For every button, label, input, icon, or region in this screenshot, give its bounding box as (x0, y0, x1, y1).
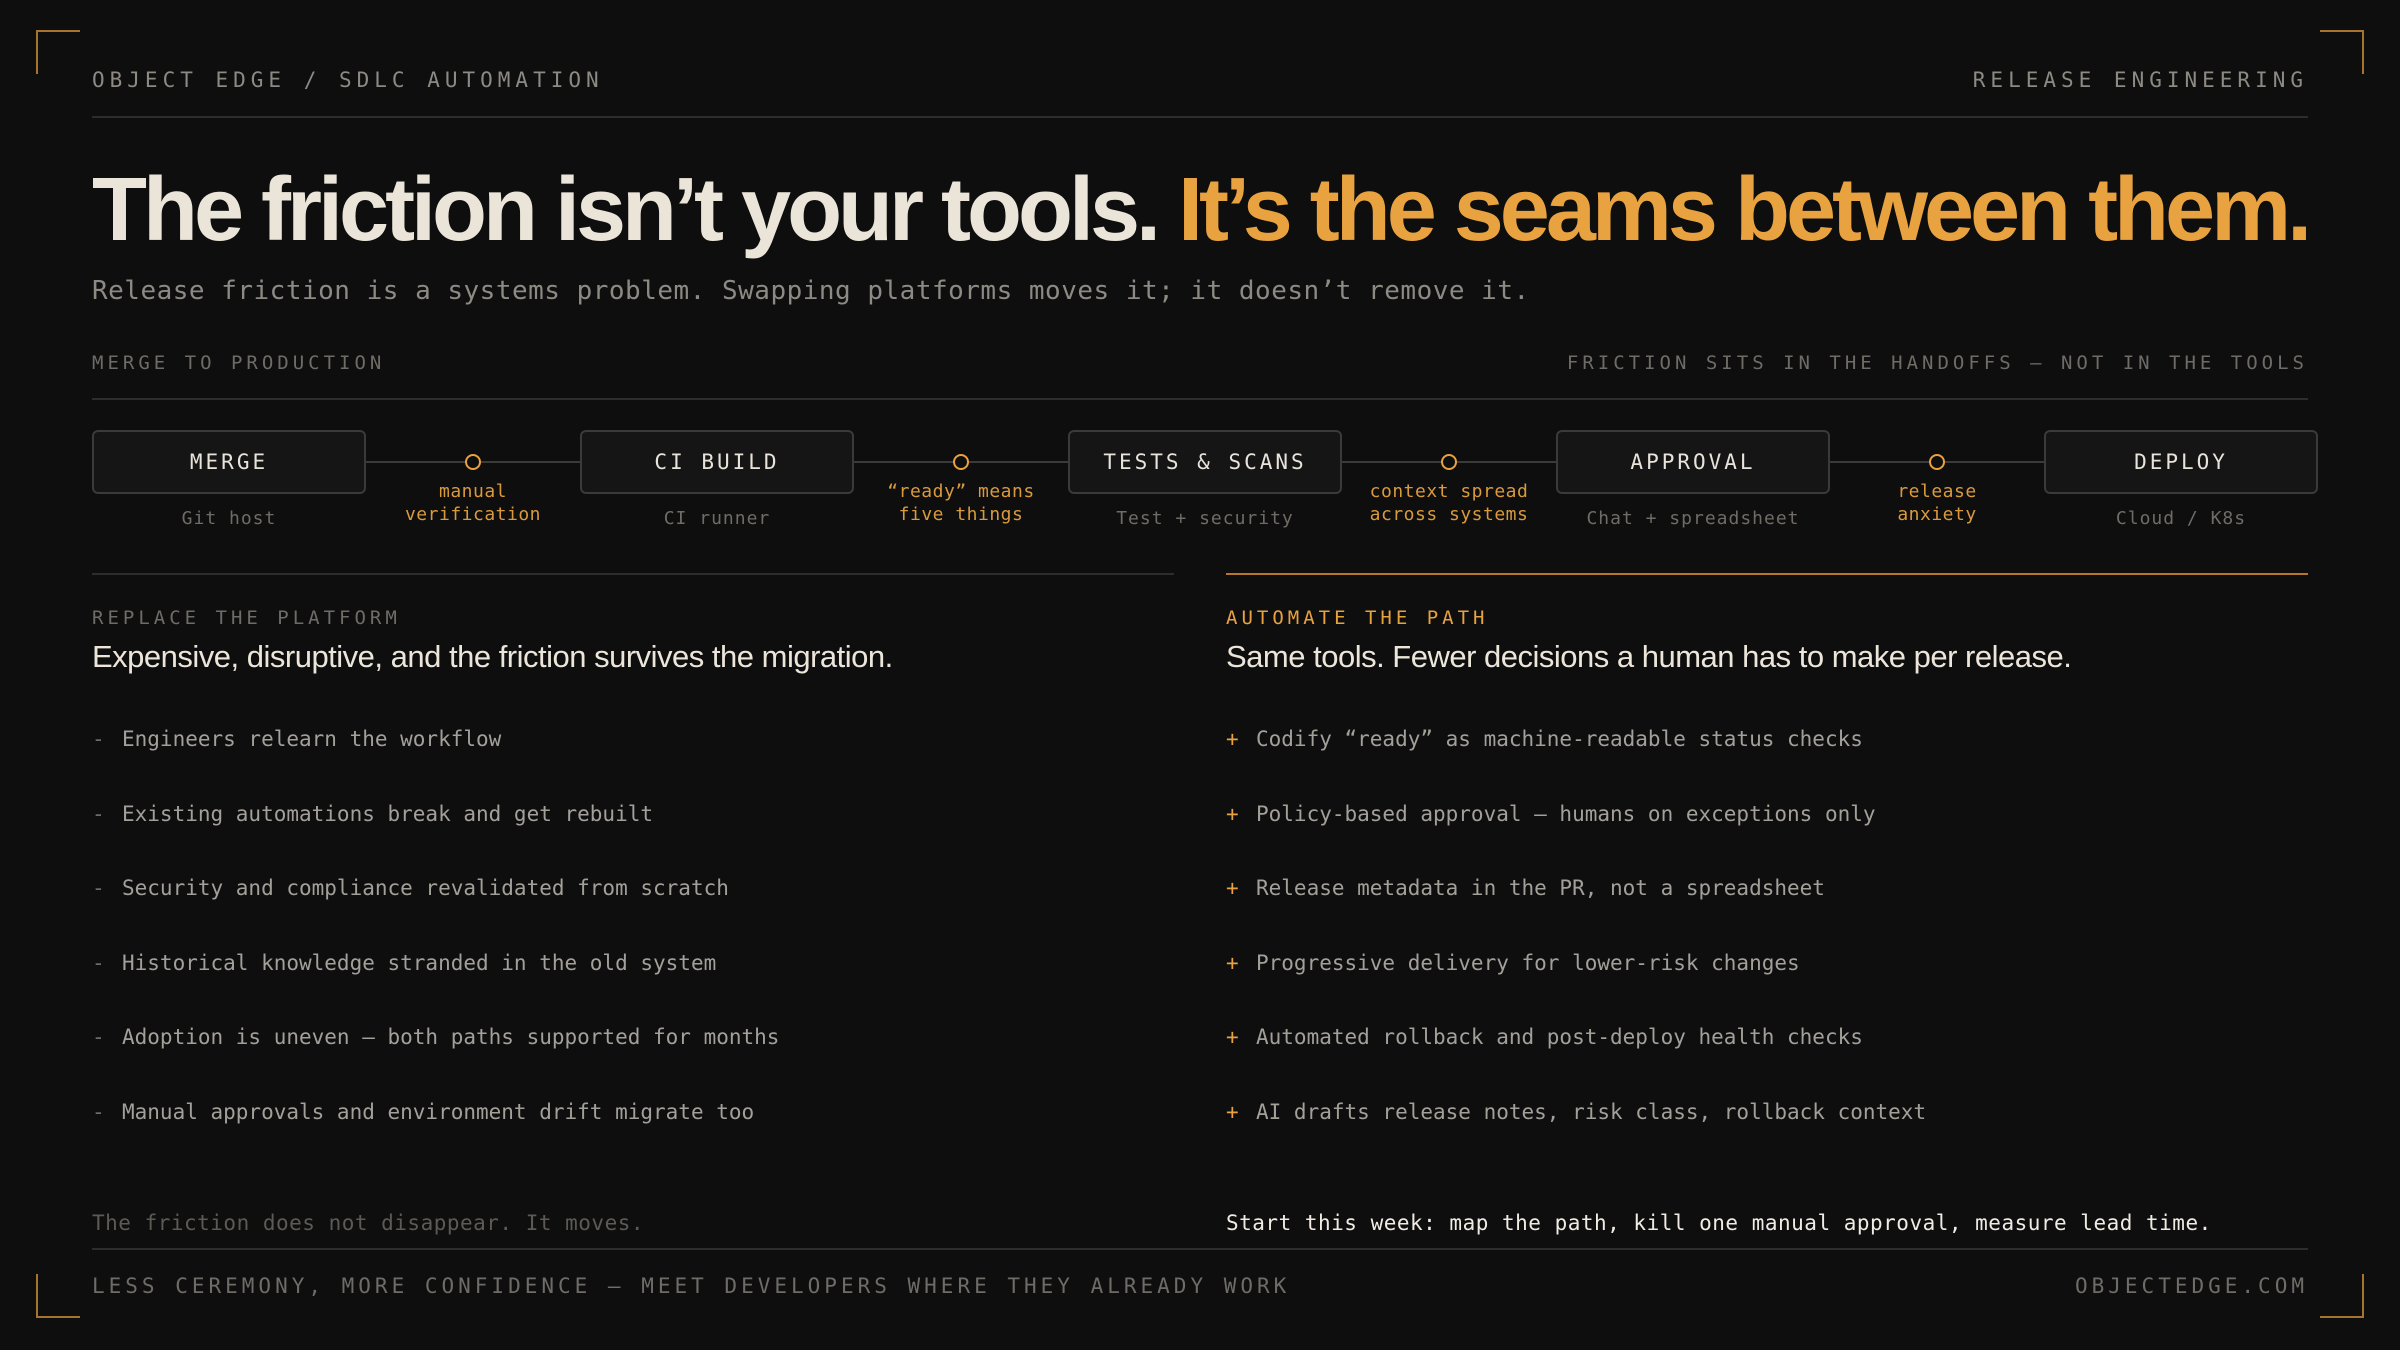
bullet-marker-icon: + (1226, 1099, 1239, 1124)
bullet-marker-icon: - (92, 950, 105, 975)
seam-label-line: five things (898, 504, 1024, 525)
friction-seam: “ready” means five things (854, 430, 1068, 526)
bottom-bar: LESS CEREMONY, MORE CONFIDENCE — MEET DE… (92, 1248, 2308, 1298)
bullet-marker-icon: - (92, 1025, 105, 1049)
list-item: - Security and compliance revalidated fro… (92, 876, 1174, 951)
section-label: RELEASE ENGINEERING (1972, 68, 2308, 92)
bullet-marker-icon: + (1226, 876, 1239, 900)
seam-dot-icon (1929, 454, 1945, 470)
list-item-text: Adoption is uneven — both paths supporte… (122, 1025, 780, 1049)
corner-mark-bottom-right (2320, 1274, 2364, 1318)
stage-box: APPROVAL (1556, 430, 1830, 494)
seam-label-line: anxiety (1897, 504, 1977, 525)
stage-tool: Git host (181, 508, 277, 529)
stage-tool: CI runner (663, 508, 771, 529)
pipeline-stage: CI BUILD CI runner (580, 430, 854, 529)
seam-label-line: manual (438, 481, 508, 502)
stage-box: TESTS & SCANS (1068, 430, 1342, 494)
left-footer: The friction does not disappear. It move… (92, 1211, 645, 1235)
friction-seam: manual verification (366, 430, 580, 526)
seam-dot-icon (1441, 454, 1457, 470)
list-item: + Automated rollback and post-deploy heal… (1226, 1025, 2308, 1100)
bullet-marker-icon: - (92, 727, 105, 751)
seam-label-line: across systems (1369, 504, 1529, 525)
list-item: - Adoption is uneven — both paths support… (92, 1025, 1174, 1100)
list-item-text: Security and compliance revalidated from… (122, 876, 729, 900)
stage-tool: Test + security (1116, 508, 1294, 529)
list-item: + Policy-based approval — humans on excep… (1226, 802, 2308, 877)
left-title: Expensive, disruptive, and the friction … (92, 639, 893, 674)
list-item-text: Release metadata in the PR, not a spread… (1256, 876, 1825, 900)
stage-box: CI BUILD (580, 430, 854, 494)
right-list: + Codify “ready” as machine-readable stat… (1226, 727, 2308, 1174)
list-item: + Codify “ready” as machine-readable stat… (1226, 727, 2308, 802)
list-item-text: Engineers relearn the workflow (122, 727, 502, 751)
list-item-text: Codify “ready” as machine-readable statu… (1256, 727, 1863, 751)
corner-mark-top-left (36, 30, 80, 74)
stage-box: MERGE (92, 430, 366, 494)
footer-site: OBJECTEDGE.COM (2074, 1274, 2308, 1298)
right-kicker: AUTOMATE THE PATH (1226, 607, 1489, 629)
pipeline-stage: MERGE Git host (92, 430, 366, 529)
pipeline-note: FRICTION SITS IN THE HANDOFFS — NOT IN T… (1566, 352, 2308, 374)
list-item-text: Manual approvals and environment drift m… (122, 1099, 755, 1124)
bullet-marker-icon: + (1226, 1025, 1239, 1049)
seam-label: context spread across systems (1342, 480, 1556, 526)
bullet-marker-icon: - (92, 1099, 105, 1124)
friction-seam: release anxiety (1830, 430, 2044, 526)
bullet-marker-icon: + (1226, 727, 1239, 751)
footer-tagline: LESS CEREMONY, MORE CONFIDENCE — MEET DE… (92, 1274, 1291, 1298)
right-footer: Start this week: map the path, kill one … (1226, 1211, 2212, 1235)
seam-label-line: release (1897, 481, 1977, 502)
list-item: - Engineers relearn the workflow (92, 727, 1174, 802)
list-item: + Release metadata in the PR, not a sprea… (1226, 876, 2308, 951)
bullet-marker-icon: + (1226, 950, 1239, 975)
stage-tool: Cloud / K8s (2115, 508, 2247, 529)
brand-path: OBJECT EDGE / SDLC AUTOMATION (92, 68, 604, 92)
friction-seam: context spread across systems (1342, 430, 1556, 526)
bullet-marker-icon: - (92, 876, 105, 900)
right-title: Same tools. Fewer decisions a human has … (1226, 639, 2072, 674)
list-item-text: Policy-based approval — humans on except… (1256, 801, 1876, 826)
list-item: + Progressive delivery for lower-risk cha… (1226, 951, 2308, 1026)
seam-dot-icon (465, 454, 481, 470)
list-item-text: AI drafts release notes, risk class, rol… (1256, 1099, 1927, 1124)
seam-label-line: verification (404, 504, 542, 525)
bullet-marker-icon: + (1226, 801, 1239, 826)
pipeline-label: MERGE TO PRODUCTION (92, 352, 386, 374)
headline: The friction isn’t your tools. It’s the … (92, 160, 2312, 260)
subtitle: Release friction is a systems problem. S… (92, 276, 1530, 306)
seam-dot-icon (953, 454, 969, 470)
seam-label: manual verification (366, 480, 580, 526)
list-item: + AI drafts release notes, risk class, ro… (1226, 1100, 2308, 1175)
seam-label-line: context spread (1369, 481, 1529, 502)
list-item-text: Progressive delivery for lower-risk chan… (1256, 950, 1800, 975)
list-item-text: Historical knowledge stranded in the old… (122, 950, 717, 975)
stage-box: DEPLOY (2044, 430, 2318, 494)
seam-label: release anxiety (1830, 480, 2044, 526)
left-list: - Engineers relearn the workflow - Existing… (92, 727, 1174, 1174)
pipeline-stage: TESTS & SCANS Test + security (1068, 430, 1342, 529)
pipeline-stage: DEPLOY Cloud / K8s (2044, 430, 2318, 529)
seam-label-line: “ready” means (887, 481, 1035, 502)
pipeline-flow: MERGE Git host CI BUILD CI runner TESTS & SC… (92, 430, 2318, 540)
list-item: - Historical knowledge stranded in the ol… (92, 951, 1174, 1026)
automate-path-column: AUTOMATE THE PATH Same tools. Fewer deci… (1226, 573, 2308, 1235)
list-item: - Existing automations break and get rebu… (92, 802, 1174, 877)
list-item-text: Existing automations break and get rebui… (122, 801, 654, 826)
left-kicker: REPLACE THE PLATFORM (92, 607, 401, 629)
headline-accent: It’s the seams between them. (1178, 160, 2312, 260)
pipeline-stage: APPROVAL Chat + spreadsheet (1556, 430, 1830, 529)
list-item: - Manual approvals and environment drift … (92, 1100, 1174, 1175)
seam-label: “ready” means five things (854, 480, 1068, 526)
pipeline-header: MERGE TO PRODUCTION FRICTION SITS IN THE… (92, 352, 2308, 400)
bullet-marker-icon: - (92, 801, 105, 826)
list-item-text: Automated rollback and post-deploy healt… (1256, 1025, 1863, 1049)
headline-lead: The friction isn’t your tools. (92, 160, 1179, 260)
corner-mark-bottom-left (36, 1274, 80, 1318)
top-bar: OBJECT EDGE / SDLC AUTOMATION RELEASE EN… (92, 68, 2308, 118)
stage-tool: Chat + spreadsheet (1586, 508, 1800, 529)
replace-platform-column: REPLACE THE PLATFORM Expensive, disrupti… (92, 573, 1174, 1235)
corner-mark-top-right (2320, 30, 2364, 74)
